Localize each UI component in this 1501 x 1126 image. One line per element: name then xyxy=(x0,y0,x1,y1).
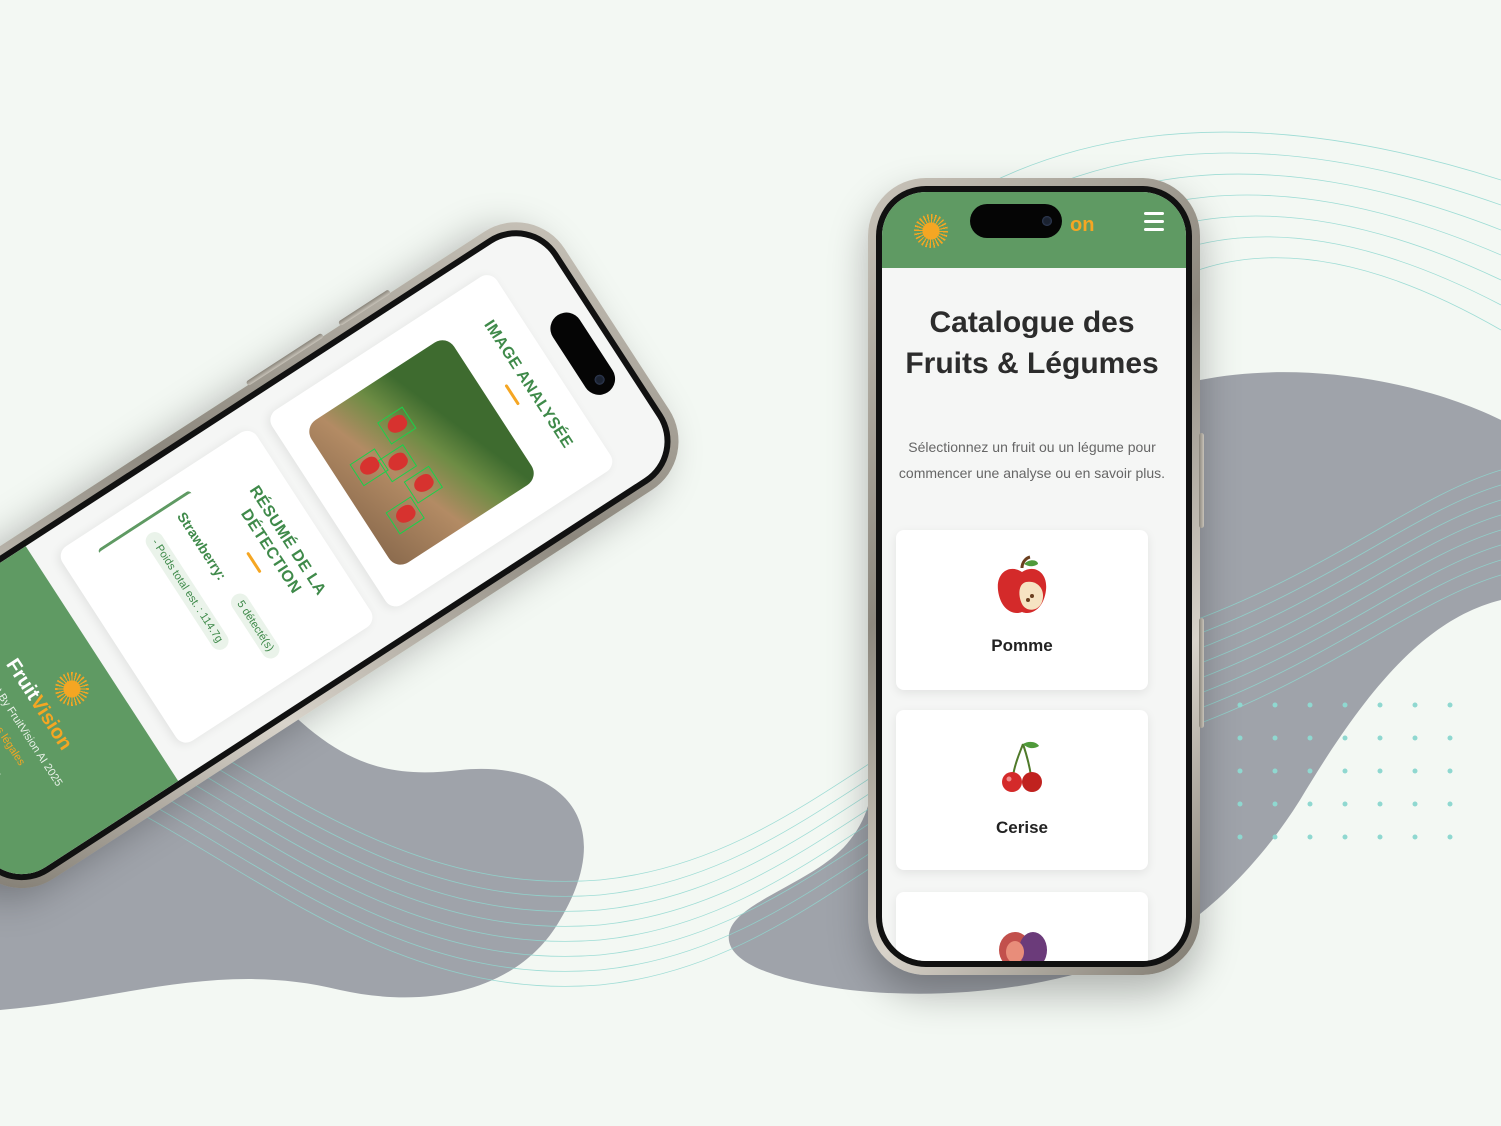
catalog-card-pomme[interactable]: Pomme xyxy=(896,530,1148,690)
sun-logo-icon[interactable] xyxy=(914,214,948,248)
catalog-card-cerise[interactable]: Cerise xyxy=(896,710,1148,870)
detection-box xyxy=(377,406,417,445)
dynamic-island xyxy=(970,204,1062,238)
linkedin-icon[interactable]: in xyxy=(0,762,6,782)
cherry-icon xyxy=(1002,741,1042,792)
catalog-card-fig[interactable] xyxy=(896,892,1148,961)
detection-box xyxy=(349,448,389,487)
total-weight-badge: - Poids total est. : 114.7g xyxy=(142,528,232,654)
camera-icon xyxy=(1042,216,1052,226)
card-label: Pomme xyxy=(991,636,1053,655)
page-subtitle: Sélectionnez un fruit ou un légume pour … xyxy=(898,439,1166,481)
phone-bezel: on Catalogue des Fruits & Légumes Sélect… xyxy=(876,186,1192,967)
phone-right: on Catalogue des Fruits & Légumes Sélect… xyxy=(868,178,1204,975)
fig-icon xyxy=(999,932,1047,961)
camera-icon xyxy=(592,372,607,387)
page-title: Catalogue des Fruits & Légumes xyxy=(905,306,1159,380)
card-label: Cerise xyxy=(996,818,1048,837)
sun-logo-icon xyxy=(48,665,96,713)
brand-name: on xyxy=(1070,214,1095,236)
analyzed-photo xyxy=(303,334,540,571)
volume-button xyxy=(1199,618,1204,728)
hamburger-icon[interactable] xyxy=(1144,212,1164,231)
phone-screen: on Catalogue des Fruits & Légumes Sélect… xyxy=(882,192,1186,961)
item-count-badge: 5 détecté(s) xyxy=(227,590,283,663)
power-button xyxy=(1199,433,1204,528)
apple-icon xyxy=(997,555,1047,614)
